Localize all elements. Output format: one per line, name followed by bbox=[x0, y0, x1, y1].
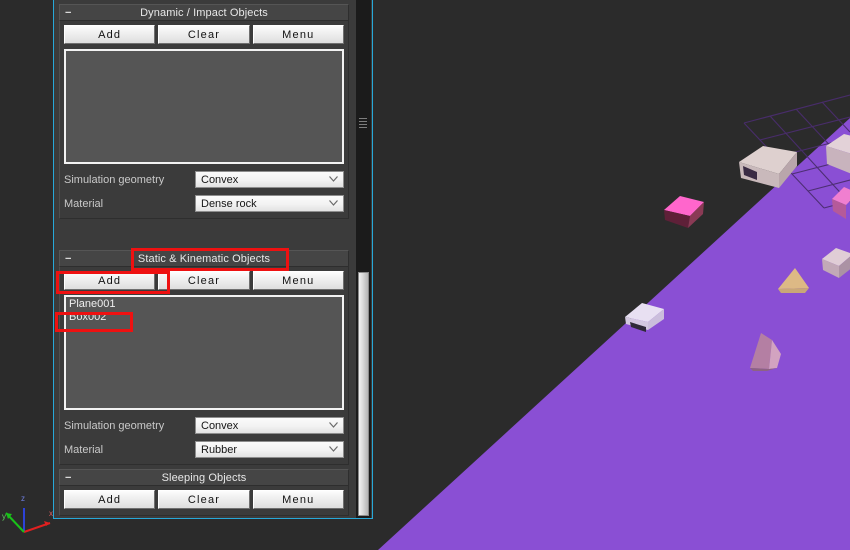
list-item[interactable]: Plane001 bbox=[69, 298, 342, 311]
menu-button[interactable]: Menu bbox=[252, 271, 344, 290]
clear-button[interactable]: Clear bbox=[158, 490, 250, 509]
chevron-down-icon bbox=[329, 176, 338, 182]
material-value: Dense rock bbox=[201, 198, 257, 210]
simulation-geometry-label: Simulation geometry bbox=[64, 173, 165, 186]
panel-vertical-scrollbar[interactable] bbox=[356, 0, 371, 518]
scene-object-pink-box bbox=[830, 185, 850, 225]
axis-label-z: z bbox=[21, 494, 25, 503]
scene-object-pink-box bbox=[660, 192, 715, 237]
command-panel: − Dynamic / Impact Objects Add Clear Men… bbox=[53, 0, 373, 519]
rollout-body: Add Clear Menu Simulation geometry Conve… bbox=[59, 21, 349, 219]
add-button[interactable]: Add bbox=[64, 25, 156, 44]
rollout-header-dynamic-impact-objects[interactable]: − Dynamic / Impact Objects bbox=[59, 4, 349, 21]
simulation-geometry-dropdown[interactable]: Convex bbox=[195, 417, 344, 434]
rollout-sleeping-objects: − Sleeping Objects Add Clear Menu bbox=[59, 469, 349, 516]
clear-button[interactable]: Clear bbox=[158, 271, 250, 290]
scrollbar-thumb[interactable] bbox=[358, 272, 369, 516]
clear-button[interactable]: Clear bbox=[158, 25, 250, 44]
add-button[interactable]: Add bbox=[64, 490, 156, 509]
simulation-geometry-dropdown[interactable]: Convex bbox=[195, 171, 344, 188]
scene-object-box bbox=[735, 140, 815, 190]
rollout-title: Static & Kinematic Objects bbox=[137, 253, 271, 265]
simulation-geometry-row: Simulation geometry Convex bbox=[64, 171, 344, 188]
material-dropdown[interactable]: Rubber bbox=[195, 441, 344, 458]
scene-object-box bbox=[620, 297, 675, 337]
command-panel-content: − Dynamic / Impact Objects Add Clear Men… bbox=[54, 0, 356, 518]
simulation-geometry-value: Convex bbox=[201, 420, 239, 432]
rollout-title: Dynamic / Impact Objects bbox=[140, 7, 268, 19]
scene-object-box bbox=[820, 130, 850, 185]
static-kinematic-objects-listbox[interactable]: Plane001 Box002 bbox=[64, 295, 344, 410]
grip-lines-icon bbox=[359, 118, 367, 132]
material-value: Rubber bbox=[201, 444, 238, 456]
material-row: Material Rubber bbox=[64, 441, 344, 458]
scene-object-wedge bbox=[775, 263, 815, 295]
button-row: Add Clear Menu bbox=[64, 25, 344, 44]
scene-object-box bbox=[820, 245, 850, 285]
material-label: Material bbox=[64, 443, 104, 456]
chevron-down-icon bbox=[329, 422, 338, 428]
rollout-dynamic-impact-objects: − Dynamic / Impact Objects Add Clear Men… bbox=[59, 4, 349, 219]
rollout-header-sleeping-objects[interactable]: − Sleeping Objects bbox=[59, 469, 349, 486]
collapse-icon[interactable]: − bbox=[65, 5, 72, 22]
rollout-header-static-kinematic-objects[interactable]: − Static & Kinematic Objects bbox=[59, 250, 349, 267]
menu-button[interactable]: Menu bbox=[252, 490, 344, 509]
rollout-body: Add Clear Menu Plane001 Box002 Simulatio… bbox=[59, 267, 349, 465]
simulation-geometry-row: Simulation geometry Convex bbox=[64, 417, 344, 434]
button-row: Add Clear Menu bbox=[64, 490, 344, 509]
simulation-geometry-value: Convex bbox=[201, 174, 239, 186]
collapse-icon[interactable]: − bbox=[65, 251, 72, 268]
material-dropdown[interactable]: Dense rock bbox=[195, 195, 344, 212]
rollout-body: Add Clear Menu bbox=[59, 486, 349, 516]
collapse-icon[interactable]: − bbox=[65, 470, 72, 487]
chevron-down-icon bbox=[329, 200, 338, 206]
add-button[interactable]: Add bbox=[64, 271, 156, 290]
material-row: Material Dense rock bbox=[64, 195, 344, 212]
material-label: Material bbox=[64, 197, 104, 210]
rollout-static-kinematic-objects: − Static & Kinematic Objects Add Clear M… bbox=[59, 250, 349, 465]
axis-label-y: y bbox=[2, 512, 6, 521]
menu-button[interactable]: Menu bbox=[252, 25, 344, 44]
scene-object-pyramid bbox=[745, 328, 787, 373]
screenshot-root: z x y − Dynamic / Impact Objects Add Cle… bbox=[0, 0, 850, 550]
button-row: Add Clear Menu bbox=[64, 271, 344, 290]
rollout-title: Sleeping Objects bbox=[161, 472, 247, 484]
dynamic-objects-listbox[interactable] bbox=[64, 49, 344, 164]
simulation-geometry-label: Simulation geometry bbox=[64, 419, 165, 432]
chevron-down-icon bbox=[329, 446, 338, 452]
list-item[interactable]: Box002 bbox=[69, 311, 342, 324]
